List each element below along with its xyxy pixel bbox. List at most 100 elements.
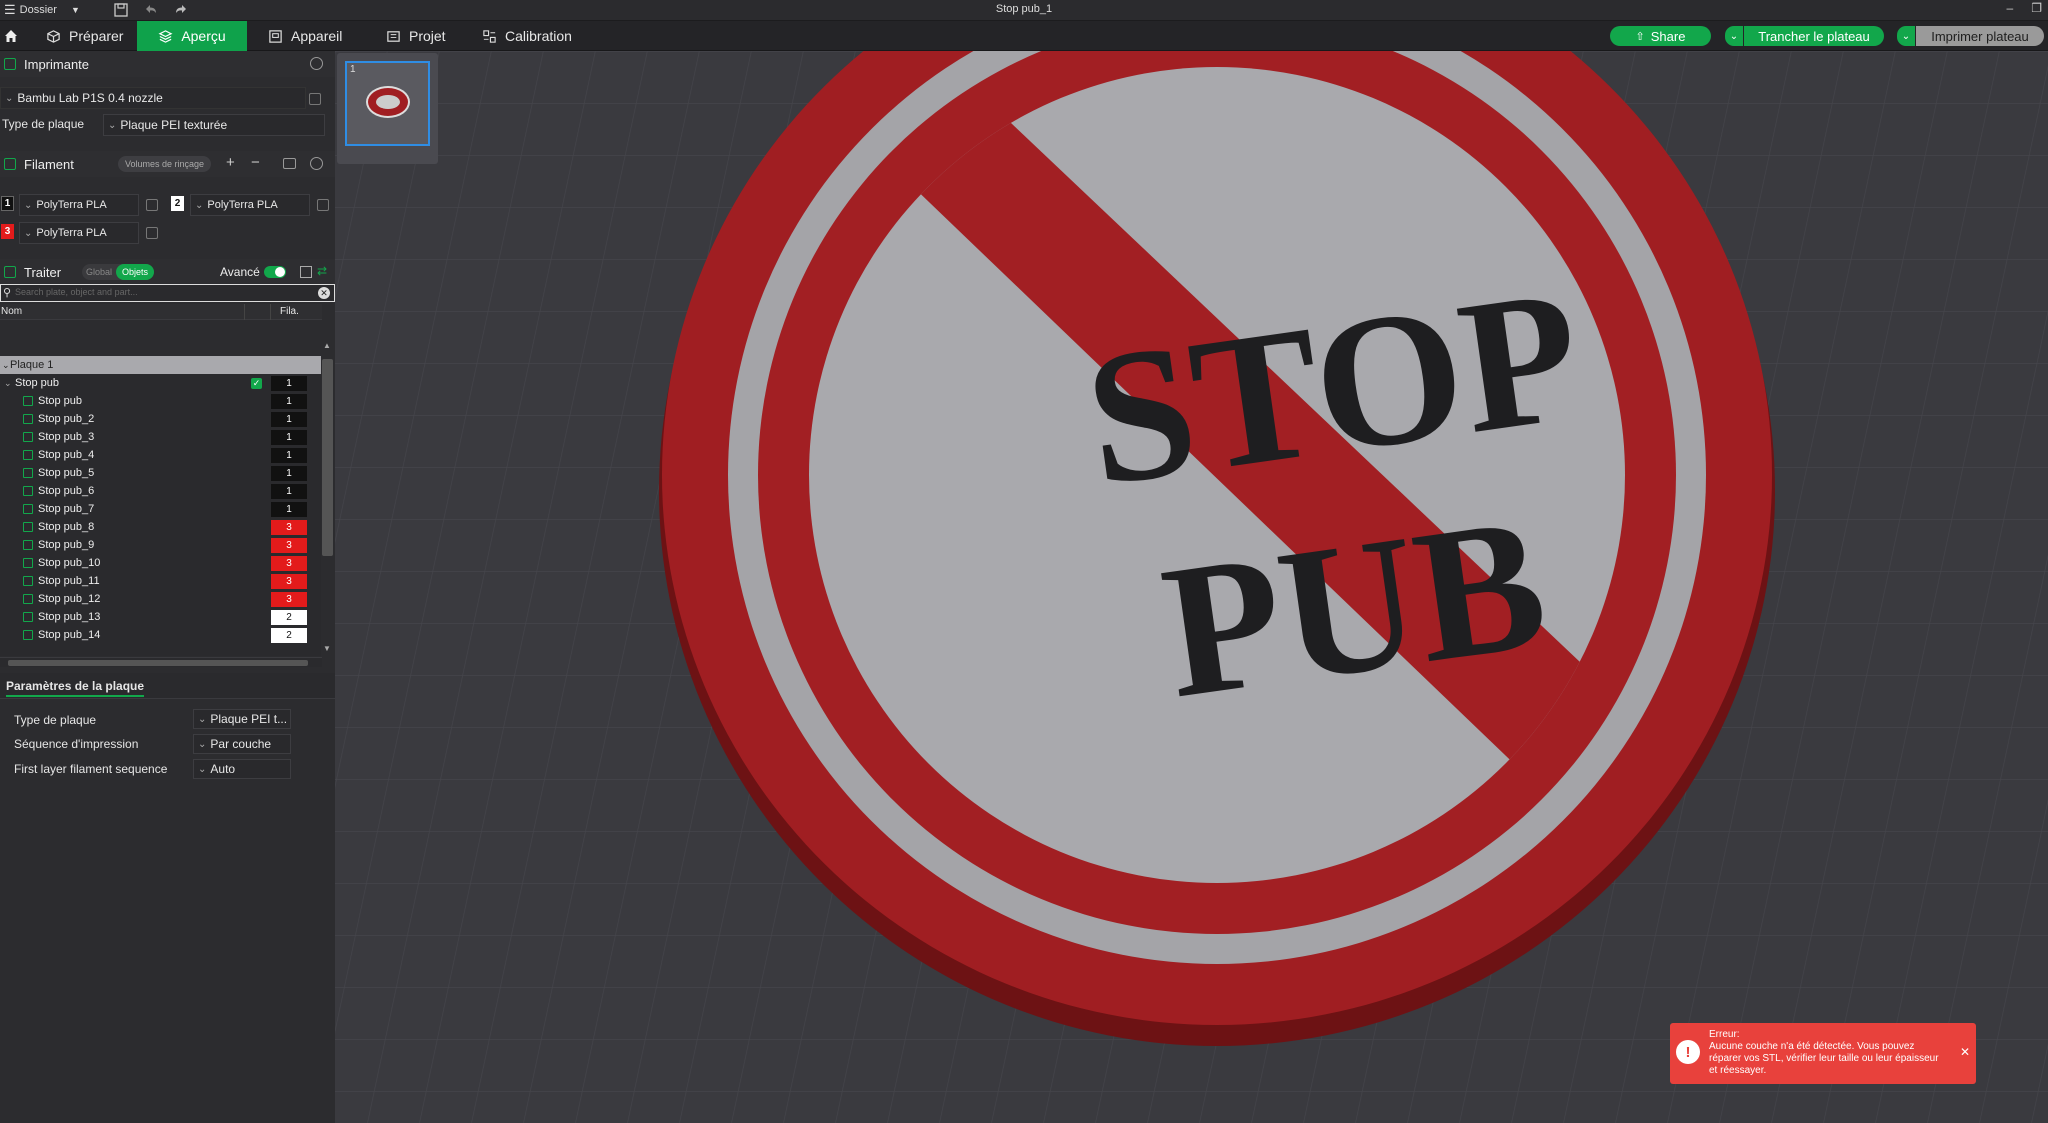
list-icon[interactable] xyxy=(300,266,312,278)
filament-section-header[interactable]: Filament Volumes de rinçage + − xyxy=(0,151,335,177)
tab-prepare[interactable]: Préparer xyxy=(32,21,137,51)
object-search-input[interactable]: ⚲ Search plate, object and part... ✕ xyxy=(0,284,335,302)
checkbox-checked-icon[interactable]: ✓ xyxy=(251,377,262,389)
tab-project[interactable]: Projet xyxy=(372,21,460,51)
part-row[interactable]: Stop pub_14 2 xyxy=(0,626,322,644)
edit-icon[interactable] xyxy=(146,227,158,239)
minimize-icon[interactable]: – xyxy=(2007,1,2014,15)
col-filament[interactable]: Fila. xyxy=(280,306,299,317)
horizontal-scrollbar[interactable] xyxy=(0,657,322,667)
printer-select[interactable]: ⌄ Bambu Lab P1S 0.4 nozzle xyxy=(0,87,306,109)
param-value: Par couche xyxy=(210,737,272,751)
part-icon xyxy=(23,612,33,622)
part-row[interactable]: Stop pub_5 1 xyxy=(0,464,322,482)
part-filament-badge[interactable]: 1 xyxy=(271,393,307,409)
settings-icon[interactable] xyxy=(310,57,323,70)
tab-device[interactable]: Appareil xyxy=(254,21,356,51)
part-row[interactable]: Stop pub_2 1 xyxy=(0,410,322,428)
part-filament-badge[interactable]: 3 xyxy=(271,591,307,607)
plate-thumbnail[interactable]: 1 xyxy=(337,53,438,164)
add-icon[interactable]: + xyxy=(226,154,235,171)
part-filament-badge[interactable]: 2 xyxy=(271,609,307,625)
part-filament-badge[interactable]: 1 xyxy=(271,483,307,499)
slice-dropdown[interactable]: ⌄ xyxy=(1725,26,1743,46)
scroll-up-icon[interactable]: ▲ xyxy=(323,341,331,350)
object-list[interactable]: ⌄ Plaque 1 ⌄ Stop pub ✓ 1 Stop pub 1 Stop … xyxy=(0,341,334,656)
global-objects-toggle[interactable]: Global Objets xyxy=(82,264,155,280)
filament-slot-1-color[interactable]: 1 xyxy=(1,196,14,211)
part-filament-badge[interactable]: 1 xyxy=(271,465,307,481)
print-dropdown[interactable]: ⌄ xyxy=(1897,26,1915,46)
horizontal-scrollbar-thumb[interactable] xyxy=(8,660,308,666)
filament-slot-1-select[interactable]: ⌄ PolyTerra PLA xyxy=(19,194,139,216)
scrollbar[interactable]: ▲ ▼ xyxy=(321,341,334,656)
param-sequence-select[interactable]: ⌄ Par couche xyxy=(193,734,291,754)
part-filament-badge[interactable]: 3 xyxy=(271,519,307,535)
filament-slot-2-color[interactable]: 2 xyxy=(171,196,184,211)
param-plate-type-select[interactable]: ⌄ Plaque PEI t... xyxy=(193,709,291,729)
part-row[interactable]: Stop pub_4 1 xyxy=(0,446,322,464)
scrollbar-thumb[interactable] xyxy=(322,359,333,556)
collapse-icon[interactable]: ⌄ xyxy=(2,360,10,371)
part-filament-badge[interactable]: 1 xyxy=(271,501,307,517)
filament-slot-2-select[interactable]: ⌄ PolyTerra PLA xyxy=(190,194,310,216)
col-name[interactable]: Nom xyxy=(1,306,22,317)
advanced-toggle[interactable] xyxy=(264,266,286,278)
part-row[interactable]: Stop pub_9 3 xyxy=(0,536,322,554)
filament-slot-3-color[interactable]: 3 xyxy=(1,224,14,239)
process-section-header[interactable]: Traiter Global Objets Avancé ⇄ xyxy=(0,259,335,285)
part-row[interactable]: Stop pub_13 2 xyxy=(0,608,322,626)
settings-icon[interactable] xyxy=(310,157,323,170)
print-plate-button[interactable]: Imprimer plateau xyxy=(1916,26,2044,46)
part-filament-badge[interactable]: 1 xyxy=(271,411,307,427)
print-label: Imprimer plateau xyxy=(1931,28,2029,44)
plate-type-value: Plaque PEI texturée xyxy=(120,118,228,132)
objects-option[interactable]: Objets xyxy=(116,264,155,280)
remove-icon[interactable]: − xyxy=(251,154,260,171)
part-row[interactable]: Stop pub_7 1 xyxy=(0,500,322,518)
chevron-down-icon: ⌄ xyxy=(24,227,33,239)
filament-slot-3-select[interactable]: ⌄ PolyTerra PLA xyxy=(19,222,139,244)
part-filament-badge[interactable]: 3 xyxy=(271,537,307,553)
sync-icon[interactable] xyxy=(283,158,296,169)
restore-icon[interactable]: ❐ xyxy=(2031,1,2042,15)
printer-section-header[interactable]: Imprimante xyxy=(0,51,335,77)
slice-label: Trancher le plateau xyxy=(1758,28,1870,44)
param-first-layer-select[interactable]: ⌄ Auto xyxy=(193,759,291,779)
part-filament-badge[interactable]: 1 xyxy=(271,447,307,463)
scroll-down-icon[interactable]: ▼ xyxy=(323,644,331,653)
slice-plate-button[interactable]: Trancher le plateau xyxy=(1744,26,1884,46)
tab-preview[interactable]: Aperçu xyxy=(137,21,247,51)
part-filament-badge[interactable]: 2 xyxy=(271,627,307,643)
tab-calibration[interactable]: Calibration xyxy=(468,21,586,51)
collapse-icon[interactable]: ⌄ xyxy=(4,378,12,389)
part-filament-badge[interactable]: 1 xyxy=(271,429,307,445)
3d-viewport[interactable]: STOP PUB 1 xyxy=(335,51,2048,1123)
plate-params-title[interactable]: Paramètres de la plaque xyxy=(6,679,145,697)
part-row[interactable]: Stop pub_6 1 xyxy=(0,482,322,500)
part-row[interactable]: Stop pub 1 xyxy=(0,392,322,410)
edit-icon[interactable] xyxy=(146,199,158,211)
part-name: Stop pub xyxy=(38,395,83,407)
share-button[interactable]: ⇧ Share xyxy=(1610,26,1711,46)
object-filament-badge[interactable]: 1 xyxy=(271,375,307,391)
global-option[interactable]: Global xyxy=(82,267,116,277)
close-icon[interactable]: ✕ xyxy=(1960,1045,1970,1059)
object-row[interactable]: ⌄ Stop pub ✓ 1 xyxy=(0,374,322,392)
clear-search-icon[interactable]: ✕ xyxy=(318,287,330,299)
part-row[interactable]: Stop pub_10 3 xyxy=(0,554,322,572)
plate-type-select[interactable]: ⌄ Plaque PEI texturée xyxy=(103,114,325,136)
chevron-down-icon: ⌄ xyxy=(1901,30,1911,42)
part-row[interactable]: Stop pub_8 3 xyxy=(0,518,322,536)
edit-icon[interactable] xyxy=(317,199,329,211)
edit-icon[interactable] xyxy=(309,93,321,105)
part-row[interactable]: Stop pub_11 3 xyxy=(0,572,322,590)
part-row[interactable]: Stop pub_3 1 xyxy=(0,428,322,446)
compare-icon[interactable]: ⇄ xyxy=(317,264,327,278)
part-row[interactable]: Stop pub_12 3 xyxy=(0,590,322,608)
home-icon[interactable] xyxy=(0,21,22,51)
part-filament-badge[interactable]: 3 xyxy=(271,555,307,571)
flush-volumes-button[interactable]: Volumes de rinçage xyxy=(118,156,212,172)
part-filament-badge[interactable]: 3 xyxy=(271,573,307,589)
plate-row[interactable]: ⌄ Plaque 1 xyxy=(0,356,322,374)
